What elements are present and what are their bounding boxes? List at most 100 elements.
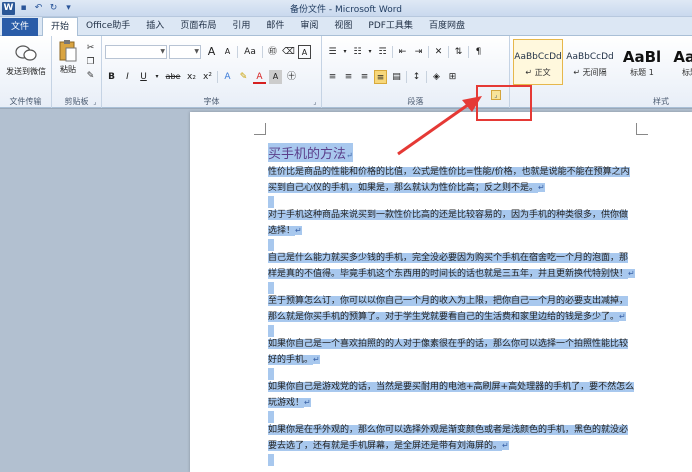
multilevel-list-icon[interactable]: ☶ [376,45,389,59]
style-card[interactable]: AaB标题 [665,39,692,85]
tab-item[interactable]: 审阅 [292,17,326,36]
sort-icon[interactable]: ⇅ [452,45,465,59]
paragraph-text: 至于预算怎么订，你可以以你自己一个月的收入为上限，把你自己一个月的必要支出减掉，… [268,296,629,322]
style-sample: AaBbCcDd [514,51,562,62]
style-name: ↵ 无间隔 [573,67,607,77]
paragraph-mark: ↵ [628,269,635,278]
tab-item[interactable]: 页面布局 [172,17,224,36]
paste-button[interactable]: 粘贴 [54,40,82,75]
tab-item[interactable]: Office助手 [78,17,138,36]
borders-icon[interactable]: ⊞ [446,70,459,84]
empty-paragraph[interactable] [268,282,636,294]
paragraph-row-2: ≡ ≡ ≡ ≡ ▤ ↕ ◈ ⊞ [326,70,459,84]
subscript-button[interactable]: x₂ [185,70,198,84]
tab-item[interactable]: 百度网盘 [421,17,473,36]
send-to-wechat-button[interactable]: 发送到微信 [4,42,48,77]
tab-file[interactable]: 文件 [2,18,38,36]
align-left-icon[interactable]: ≡ [326,70,339,84]
clear-format-icon[interactable]: ⌫ [282,45,295,59]
empty-paragraph[interactable] [268,454,636,466]
style-card[interactable]: AaBbCcDd ↵ 无间隔 [565,39,615,85]
tab-item[interactable]: 插入 [138,17,172,36]
justify-icon[interactable]: ≡ [374,70,387,84]
separator [428,46,429,58]
paragraph-mark [268,368,274,380]
change-case-button[interactable]: Aa [241,45,259,59]
encircle-char-button[interactable]: ㊉ [285,70,298,84]
font-name-combo[interactable]: ▼ [105,45,167,59]
tab-item[interactable]: 视图 [326,17,360,36]
text-effects-button[interactable]: A [221,70,234,84]
style-card[interactable]: AaBbCcDd ↵ 正文 [513,39,563,85]
paragraph-text: 性价比是商品的性能和价格的比值，公式是性价比=性能/价格，也就是说能不能在预算之… [268,167,630,193]
decrease-indent-icon[interactable]: ⇤ [396,45,409,59]
paste-icon [57,40,79,62]
paragraph-mark: ↵ [295,226,302,235]
chevron-down-icon[interactable]: ▾ [367,45,373,59]
shrink-font-button[interactable]: A [221,45,234,59]
doc-title[interactable]: 买手机的方法↵ [268,143,353,162]
show-marks-icon[interactable]: ¶ [472,45,485,59]
font-color-button[interactable]: A [253,70,266,84]
format-painter-icon[interactable]: ✎ [84,70,97,83]
italic-button[interactable]: I [121,70,134,84]
font-size-combo[interactable]: ▼ [169,45,201,59]
align-right-icon[interactable]: ≡ [358,70,371,84]
superscript-button[interactable]: x² [201,70,214,84]
group-label-file-transfer: 文件传输 [9,97,42,106]
paragraph[interactable]: 如果你自己是一个喜欢拍照的的人对于像素很在乎的话，那么你可以选择一个拍照性能比较… [268,337,636,368]
paste-label: 粘贴 [60,65,76,74]
paragraph[interactable]: 如果你是在乎外观的，那么你可以选择外观是渐变颜色或者是浅颜色的手机，黑色的就没必… [268,423,636,454]
style-card[interactable]: AaBl 标题 1 [617,39,667,85]
font-launcher-icon[interactable]: ⌟ [311,98,319,106]
grow-font-button[interactable]: A [205,45,218,59]
tab-item[interactable]: 引用 [224,17,258,36]
chinese-layout-icon[interactable]: ✕ [432,45,445,59]
char-shading-button[interactable]: A [269,70,282,84]
numbering-icon[interactable]: ☷ [351,45,364,59]
paragraph[interactable]: 性价比是商品的性能和价格的比值，公式是性价比=性能/价格，也就是说能不能在预算之… [268,165,636,196]
cut-icon[interactable]: ✂ [84,42,97,55]
group-clipboard: 粘贴 ✂ ❐ ✎ 剪贴板 ⌟ [52,36,102,108]
empty-paragraph[interactable] [268,411,636,423]
tab-item[interactable]: 邮件 [258,17,292,36]
clipboard-launcher-icon[interactable]: ⌟ [91,98,99,106]
empty-paragraph[interactable] [268,239,636,251]
highlight-icon[interactable]: ✎ [237,70,250,84]
increase-indent-icon[interactable]: ⇥ [412,45,425,59]
style-name: 标题 [682,67,692,77]
document-content[interactable]: 买手机的方法↵ 性价比是商品的性能和价格的比值，公式是性价比=性能/价格，也就是… [268,143,636,466]
separator [262,46,263,58]
paragraph[interactable]: 自己是什么能力就买多少钱的手机，完全没必要因为购买个手机在宿舍吃一个月的泡面，那… [268,251,636,282]
empty-paragraph[interactable] [268,368,636,380]
paragraph-list: 性价比是商品的性能和价格的比值，公式是性价比=性能/价格，也就是说能不能在预算之… [268,165,636,466]
char-border-button[interactable]: A [298,45,311,59]
paragraph-row-1: ☰ ▾ ☷ ▾ ☶ ⇤ ⇥ ✕ ⇅ ¶ [326,45,485,59]
strikethrough-button[interactable]: abe [164,70,182,84]
bold-button[interactable]: B [105,70,118,84]
paragraph[interactable]: 至于预算怎么订，你可以以你自己一个月的收入为上限，把你自己一个月的必要支出减掉，… [268,294,636,325]
chevron-down-icon: ▼ [160,48,165,55]
copy-icon[interactable]: ❐ [84,56,97,69]
paragraph[interactable]: 对于手机这种商品来说买到一款性价比高的还是比较容易的，因为手机的种类很多，供你做… [268,208,636,239]
ribbon-tabs: 开始 Office助手 插入 页面布局 引用 邮件 审阅 视图 PDF工具集 百度网盘 [42,17,473,37]
paragraph-mark [268,411,274,423]
phonetic-guide-icon[interactable]: ㊞ [266,45,279,59]
ribbon-tab-bar: 文件 开始 Office助手 插入 页面布局 引用 邮件 审阅 视图 PDF工具集 百度网盘 [0,17,692,37]
separator [392,46,393,58]
chevron-down-icon[interactable]: ▾ [153,70,161,84]
chevron-down-icon[interactable]: ▾ [342,45,348,59]
line-spacing-icon[interactable]: ↕ [410,70,423,84]
empty-paragraph[interactable] [268,325,636,337]
style-name: ↵ 正文 [525,67,551,77]
tab-item[interactable]: 开始 [42,17,79,37]
paragraph-mark: ↵ [304,398,311,407]
tab-item[interactable]: PDF工具集 [360,17,421,36]
align-center-icon[interactable]: ≡ [342,70,355,84]
underline-button[interactable]: U [137,70,150,84]
paragraph[interactable]: 如果你自己是游戏党的话，当然是要买耐用的电池+高刷屏+高处理器的手机了，要不然怎… [268,380,636,411]
empty-paragraph[interactable] [268,196,636,208]
bullets-icon[interactable]: ☰ [326,45,339,59]
shading-icon[interactable]: ◈ [430,70,443,84]
distributed-icon[interactable]: ▤ [390,70,403,84]
